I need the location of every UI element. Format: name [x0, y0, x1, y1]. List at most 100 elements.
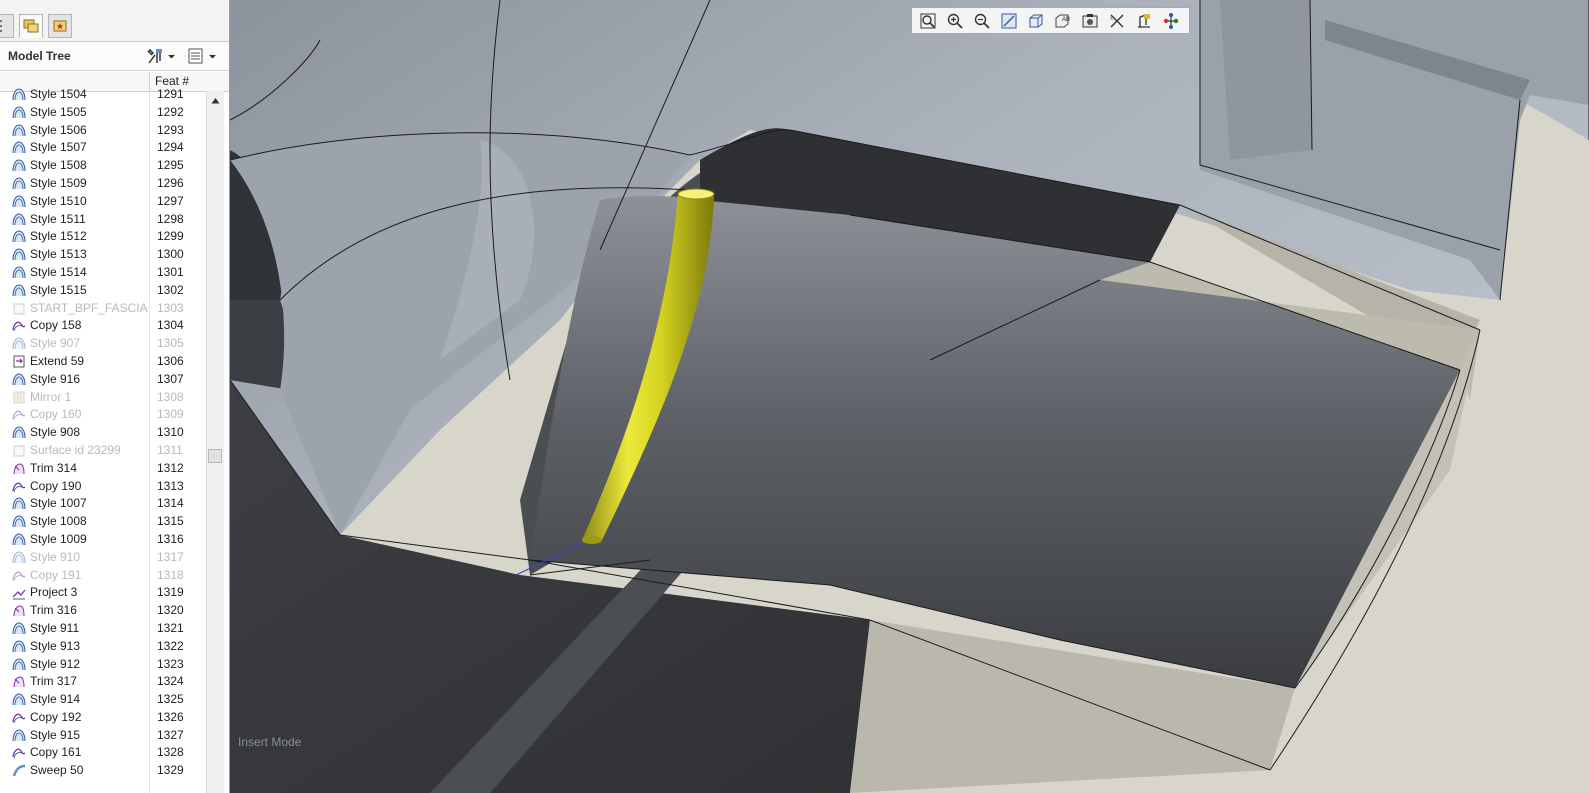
feature-name: Copy 161 [30, 745, 82, 760]
model-scene [230, 0, 1589, 793]
spin-center-button[interactable]: x [1104, 10, 1129, 32]
tree-row[interactable]: Copy 190 1313 [0, 478, 206, 496]
tab-folder-browser[interactable] [19, 14, 43, 38]
feature-name: Style 1515 [30, 282, 87, 297]
style-feature-icon [12, 88, 26, 101]
feature-name: Style 1009 [30, 531, 87, 546]
tree-row[interactable]: Style 1508 1295 [0, 157, 206, 175]
scroll-up-button[interactable] [207, 93, 224, 107]
tree-row[interactable]: Style 1510 1297 [0, 193, 206, 211]
feature-number: 1309 [157, 407, 184, 422]
style-feature-icon [12, 426, 26, 439]
graphics-viewport[interactable]: AB x Insert Mode [230, 0, 1589, 793]
show-dropdown-button[interactable] [187, 46, 217, 66]
tree-row[interactable]: Style 1505 1292 [0, 104, 206, 122]
view-manager-button[interactable] [1077, 10, 1102, 32]
style-feature-icon [12, 177, 26, 189]
model-tree-list: Style 1504 1291 Style 1505 1292 Style 1506 12… [0, 86, 206, 793]
tree-row[interactable]: Surface id 23299 1311 [0, 442, 206, 460]
saved-views-button[interactable] [1023, 10, 1048, 32]
feature-number: 1296 [157, 175, 184, 190]
style-feature-icon [12, 337, 26, 350]
tree-row[interactable]: Sweep 50 1329 [0, 762, 206, 780]
chevron-down-icon [168, 54, 175, 58]
feature-name: Style 1505 [30, 104, 87, 119]
feature-number: 1305 [157, 336, 184, 351]
feature-name: Style 910 [30, 549, 81, 564]
tree-row[interactable]: Style 914 1325 [0, 691, 206, 709]
feature-name: Copy 158 [30, 318, 82, 333]
annotation-display-button[interactable]: AB [1050, 10, 1075, 32]
tree-row[interactable]: Style 1513 1300 [0, 246, 206, 264]
feature-number: 1313 [157, 478, 184, 493]
tree-row[interactable]: Style 1504 1291 [0, 86, 206, 104]
feature-name: Trim 314 [30, 460, 77, 475]
tree-row[interactable]: Copy 192 1326 [0, 709, 206, 727]
feature-number: 1298 [157, 211, 184, 226]
tree-row[interactable]: Style 1515 1302 [0, 282, 206, 300]
tree-row[interactable]: Trim 316 1320 [0, 602, 206, 620]
tree-row[interactable]: Style 1009 1316 [0, 531, 206, 549]
feature-number: 1329 [157, 763, 184, 778]
surface-feature-icon [13, 303, 25, 315]
tree-row[interactable]: START_BPF_FASCIA 1303 [0, 300, 206, 318]
tree-row[interactable]: Style 910 1317 [0, 549, 206, 567]
tree-row[interactable]: Style 1512 1299 [0, 228, 206, 246]
settings-dropdown-button[interactable] [145, 46, 176, 66]
refit-icon [920, 13, 935, 28]
tree-row[interactable]: Style 913 1322 [0, 638, 206, 656]
tree-row[interactable]: Copy 191 1318 [0, 567, 206, 585]
tree-row[interactable]: Project 3 1319 [0, 584, 206, 602]
tree-row[interactable]: Style 915 1327 [0, 727, 206, 745]
feature-number: 1326 [157, 709, 184, 724]
tree-row[interactable]: Style 916 1307 [0, 371, 206, 389]
style-feature-icon [12, 657, 26, 670]
tree-row[interactable]: Style 1514 1301 [0, 264, 206, 282]
tree-row[interactable]: Style 1008 1315 [0, 513, 206, 531]
feature-name: Style 913 [30, 638, 81, 653]
repaint-button[interactable] [996, 10, 1021, 32]
tree-row[interactable]: Style 1007 1314 [0, 495, 206, 513]
network-button[interactable] [1158, 10, 1183, 32]
tree-row[interactable]: Style 1507 1294 [0, 139, 206, 157]
feature-number: 1318 [157, 567, 184, 582]
tree-row[interactable]: Style 1511 1298 [0, 211, 206, 229]
tree-row[interactable]: Style 911 1321 [0, 620, 206, 638]
style-feature-icon [12, 106, 26, 118]
feature-name: Copy 191 [30, 567, 82, 582]
tab-favorites[interactable] [48, 14, 72, 38]
zoom-in-button[interactable] [942, 10, 967, 32]
scroll-thumb[interactable] [208, 449, 222, 463]
feature-number: 1325 [157, 692, 184, 707]
feature-number: 1293 [157, 122, 184, 137]
svg-text:x: x [1110, 16, 1113, 22]
tree-vertical-scrollbar[interactable] [206, 91, 224, 793]
style-feature-icon [12, 124, 26, 136]
tree-row[interactable]: Style 912 1323 [0, 656, 206, 674]
feature-number: 1303 [157, 300, 184, 315]
zoom-out-icon [974, 13, 990, 29]
refit-button[interactable] [915, 10, 940, 32]
tree-row[interactable]: Trim 317 1324 [0, 673, 206, 691]
tab-model-tree[interactable] [0, 14, 14, 38]
style-feature-icon [12, 230, 26, 243]
repaint-icon [1001, 13, 1016, 28]
copy-feature-icon [12, 482, 26, 492]
zoom-out-button[interactable] [969, 10, 994, 32]
datum-display-button[interactable] [1131, 10, 1156, 32]
tree-row[interactable]: Style 908 1310 [0, 424, 206, 442]
feature-number: 1311 [157, 442, 183, 457]
tree-row[interactable]: Extend 59 1306 [0, 353, 206, 371]
tree-row[interactable]: Copy 158 1304 [0, 317, 206, 335]
tree-row[interactable]: Mirror 1 1308 [0, 389, 206, 407]
feature-name: Style 908 [30, 425, 81, 440]
copy-feature-icon [12, 713, 26, 724]
tree-row[interactable]: Style 1509 1296 [0, 175, 206, 193]
copy-feature-icon [12, 749, 26, 759]
tree-row[interactable]: Style 1506 1293 [0, 122, 206, 140]
tree-row[interactable]: Style 907 1305 [0, 335, 206, 353]
feature-number: 1321 [157, 620, 184, 635]
tree-row[interactable]: Copy 160 1309 [0, 406, 206, 424]
tree-row[interactable]: Trim 314 1312 [0, 460, 206, 478]
tree-row[interactable]: Copy 161 1328 [0, 744, 206, 762]
